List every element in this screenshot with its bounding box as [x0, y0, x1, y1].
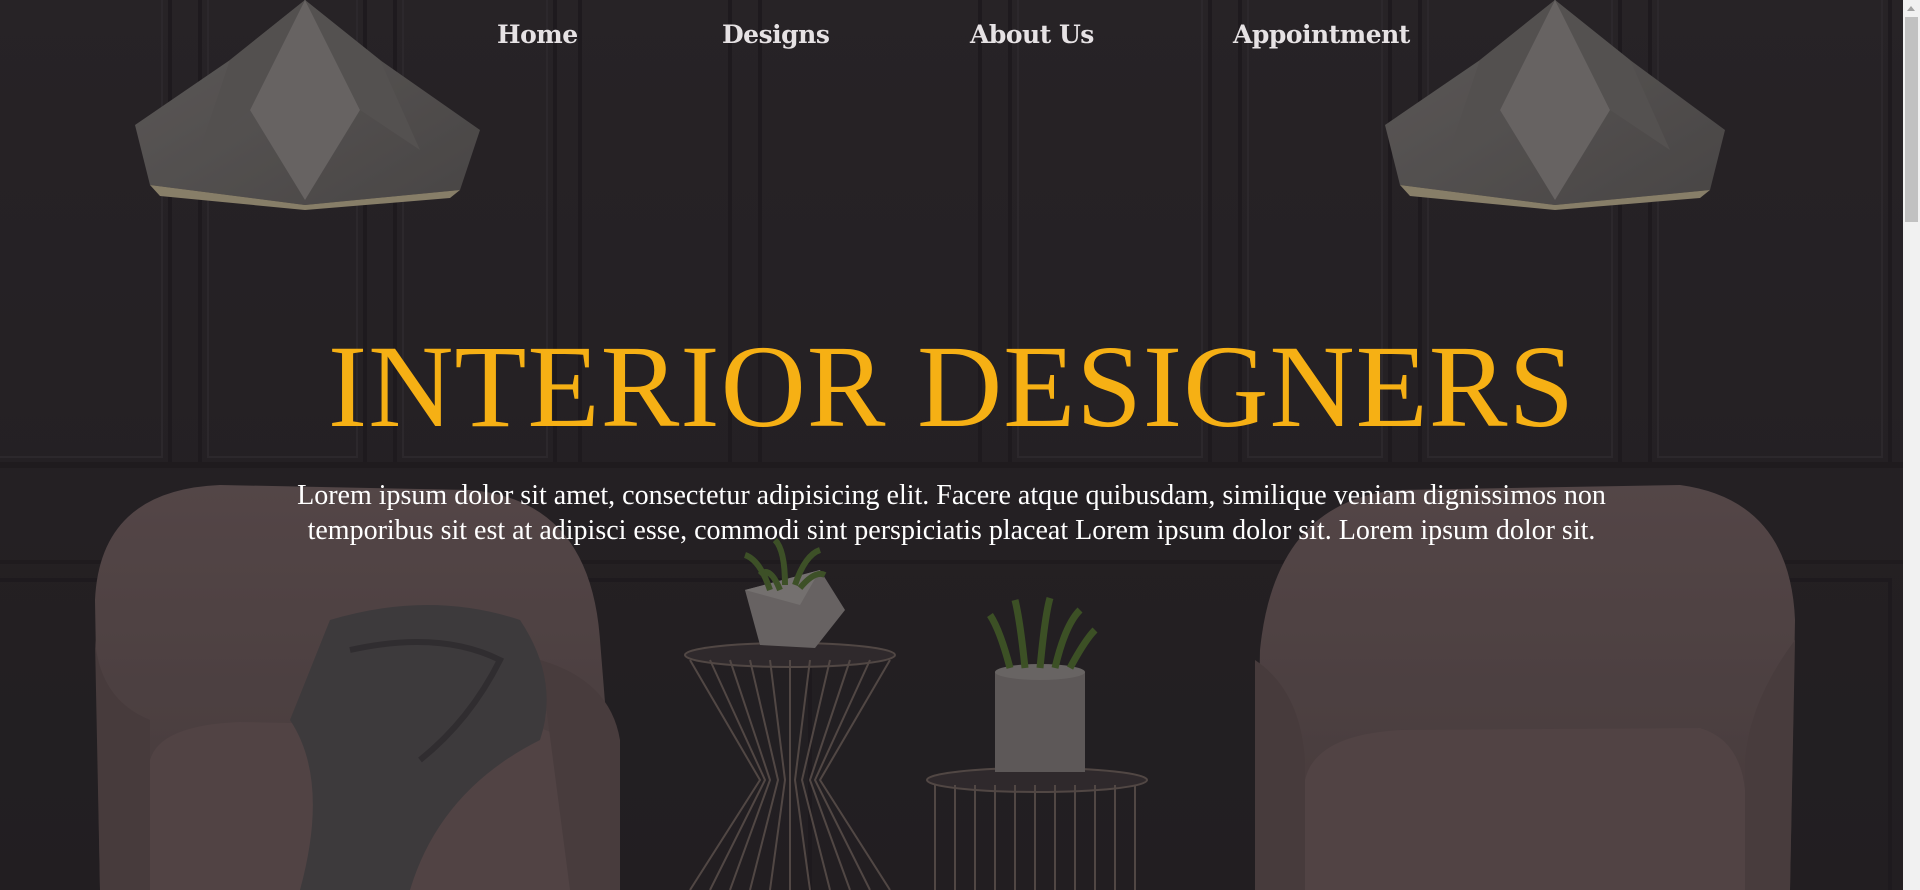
main-nav: Home Designs About Us Appointment: [0, 20, 1903, 60]
hero-section: Home Designs About Us Appointment INTERI…: [0, 0, 1903, 890]
hero-title: INTERIOR DESIGNERS: [327, 321, 1576, 452]
nav-link-designs[interactable]: Designs: [722, 20, 830, 49]
scroll-up-arrow-icon[interactable]: [1903, 0, 1920, 17]
nav-link-appointment[interactable]: Appointment: [1233, 20, 1410, 49]
nav-link-home[interactable]: Home: [497, 20, 578, 49]
nav-link-about-us[interactable]: About Us: [970, 20, 1094, 49]
vertical-scrollbar[interactable]: [1903, 0, 1920, 890]
hero-description: Lorem ipsum dolor sit amet, consectetur …: [297, 480, 1606, 546]
scrollbar-thumb[interactable]: [1905, 17, 1918, 222]
